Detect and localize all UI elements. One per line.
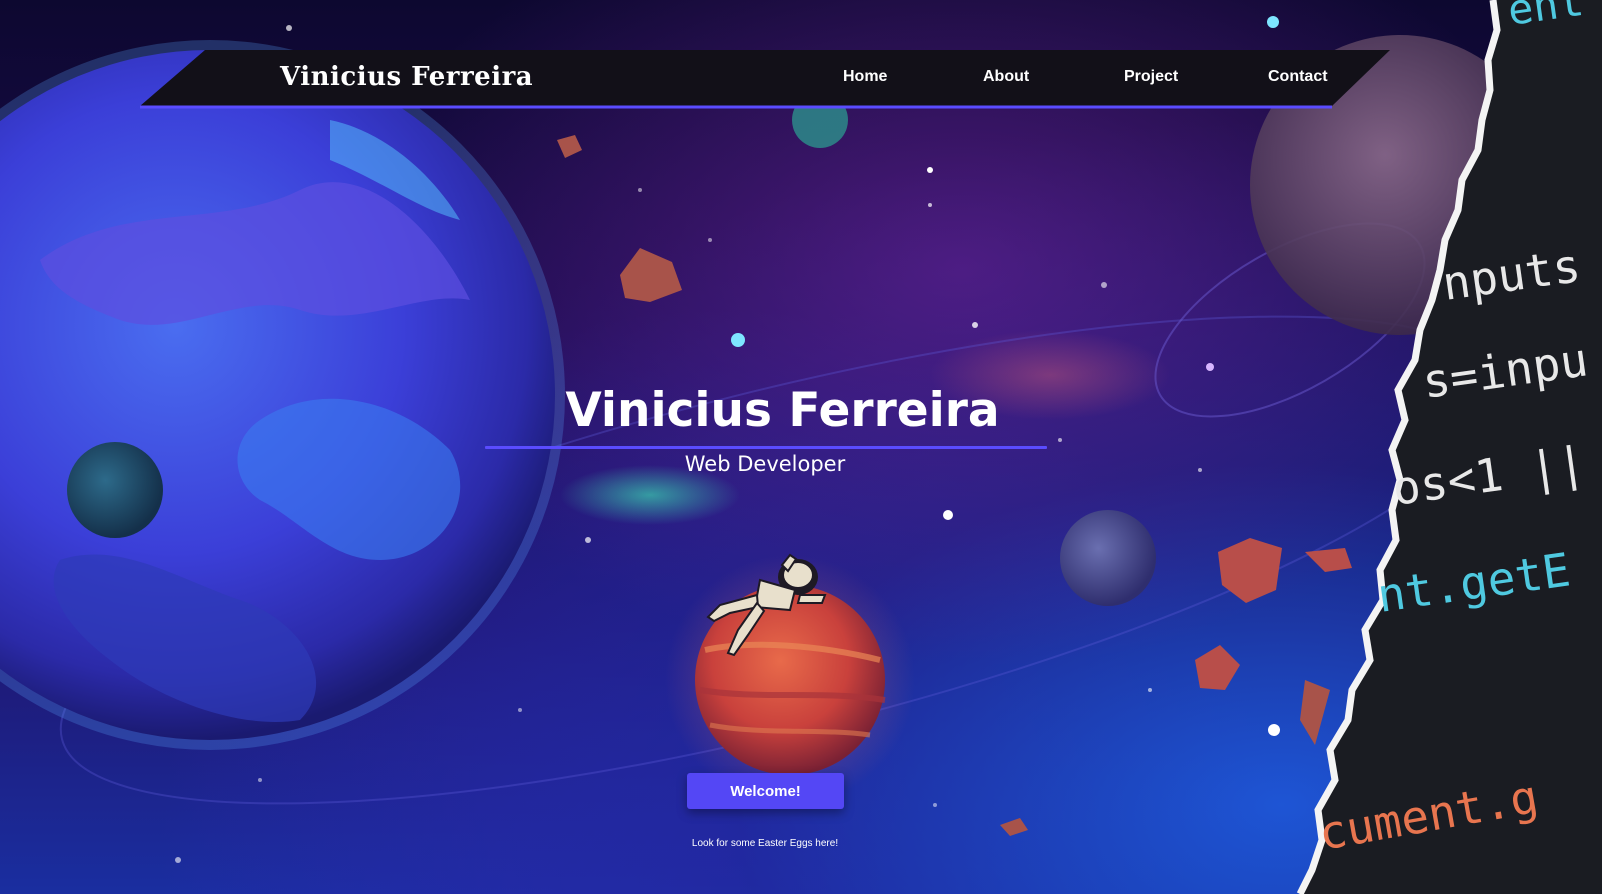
- nav-link-contact[interactable]: Contact: [1268, 68, 1328, 86]
- navbar: Vinicius Ferreira Home About Project Con…: [140, 50, 1420, 109]
- hero-subtitle: Web Developer: [684, 452, 846, 476]
- page: ent nputs s=inpu os<1 || nt.getE cument.…: [0, 0, 1602, 894]
- nav-link-project[interactable]: Project: [1124, 68, 1178, 86]
- welcome-button[interactable]: Welcome!: [687, 773, 844, 809]
- nav-link-home[interactable]: Home: [843, 68, 887, 86]
- nav-link-about[interactable]: About: [983, 68, 1029, 86]
- brand-logo[interactable]: Vinicius Ferreira: [280, 62, 533, 92]
- hero-divider: [485, 446, 1047, 449]
- hero-title: Vinicius Ferreira: [565, 383, 1000, 438]
- easter-egg-hint: Look for some Easter Eggs here!: [691, 838, 839, 849]
